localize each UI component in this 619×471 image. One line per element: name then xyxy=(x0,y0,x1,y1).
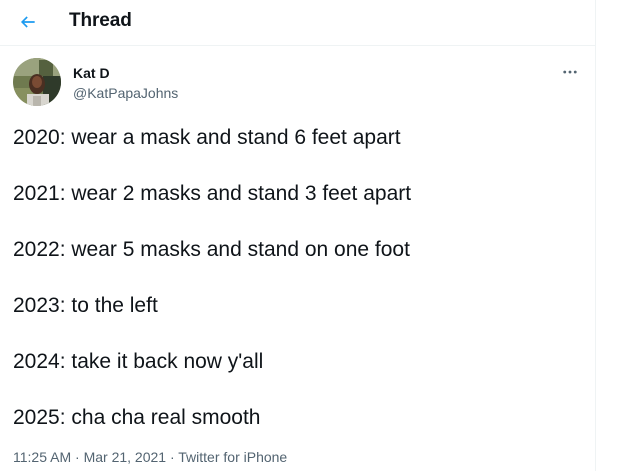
meta-separator: · xyxy=(166,449,179,465)
author-name[interactable]: Kat D xyxy=(73,65,110,81)
thread-column: Thread Kat D @KatPapaJohns 2020: wear a … xyxy=(0,0,596,471)
tweet-line: 2023: to the left xyxy=(13,294,158,317)
tweet-source[interactable]: Twitter for iPhone xyxy=(178,449,287,465)
tweet-date[interactable]: Mar 21, 2021 xyxy=(84,449,167,465)
back-button[interactable] xyxy=(13,7,43,37)
tweet-line: 2025: cha cha real smooth xyxy=(13,406,261,429)
meta-separator: · xyxy=(71,449,84,465)
tweet-line: 2024: take it back now y'all xyxy=(13,350,264,373)
more-horizontal-icon xyxy=(563,70,577,74)
page-title: Thread xyxy=(69,10,132,31)
tweet-line: 2021: wear 2 masks and stand 3 feet apar… xyxy=(13,182,412,205)
tweet-line: 2022: wear 5 masks and stand on one foot xyxy=(13,238,410,261)
tweet-metadata: 11:25 AM · Mar 21, 2021 · Twitter for iP… xyxy=(13,449,287,465)
more-options-button[interactable] xyxy=(556,60,584,84)
avatar[interactable] xyxy=(13,58,61,106)
tweet-text: 2020: wear a mask and stand 6 feet apart… xyxy=(13,124,583,460)
author-handle[interactable]: @KatPapaJohns xyxy=(73,85,178,101)
arrow-left-icon xyxy=(20,16,35,28)
tweet-line: 2020: wear a mask and stand 6 feet apart xyxy=(13,126,401,149)
tweet-time[interactable]: 11:25 AM xyxy=(13,449,71,465)
thread-header: Thread xyxy=(0,0,595,46)
